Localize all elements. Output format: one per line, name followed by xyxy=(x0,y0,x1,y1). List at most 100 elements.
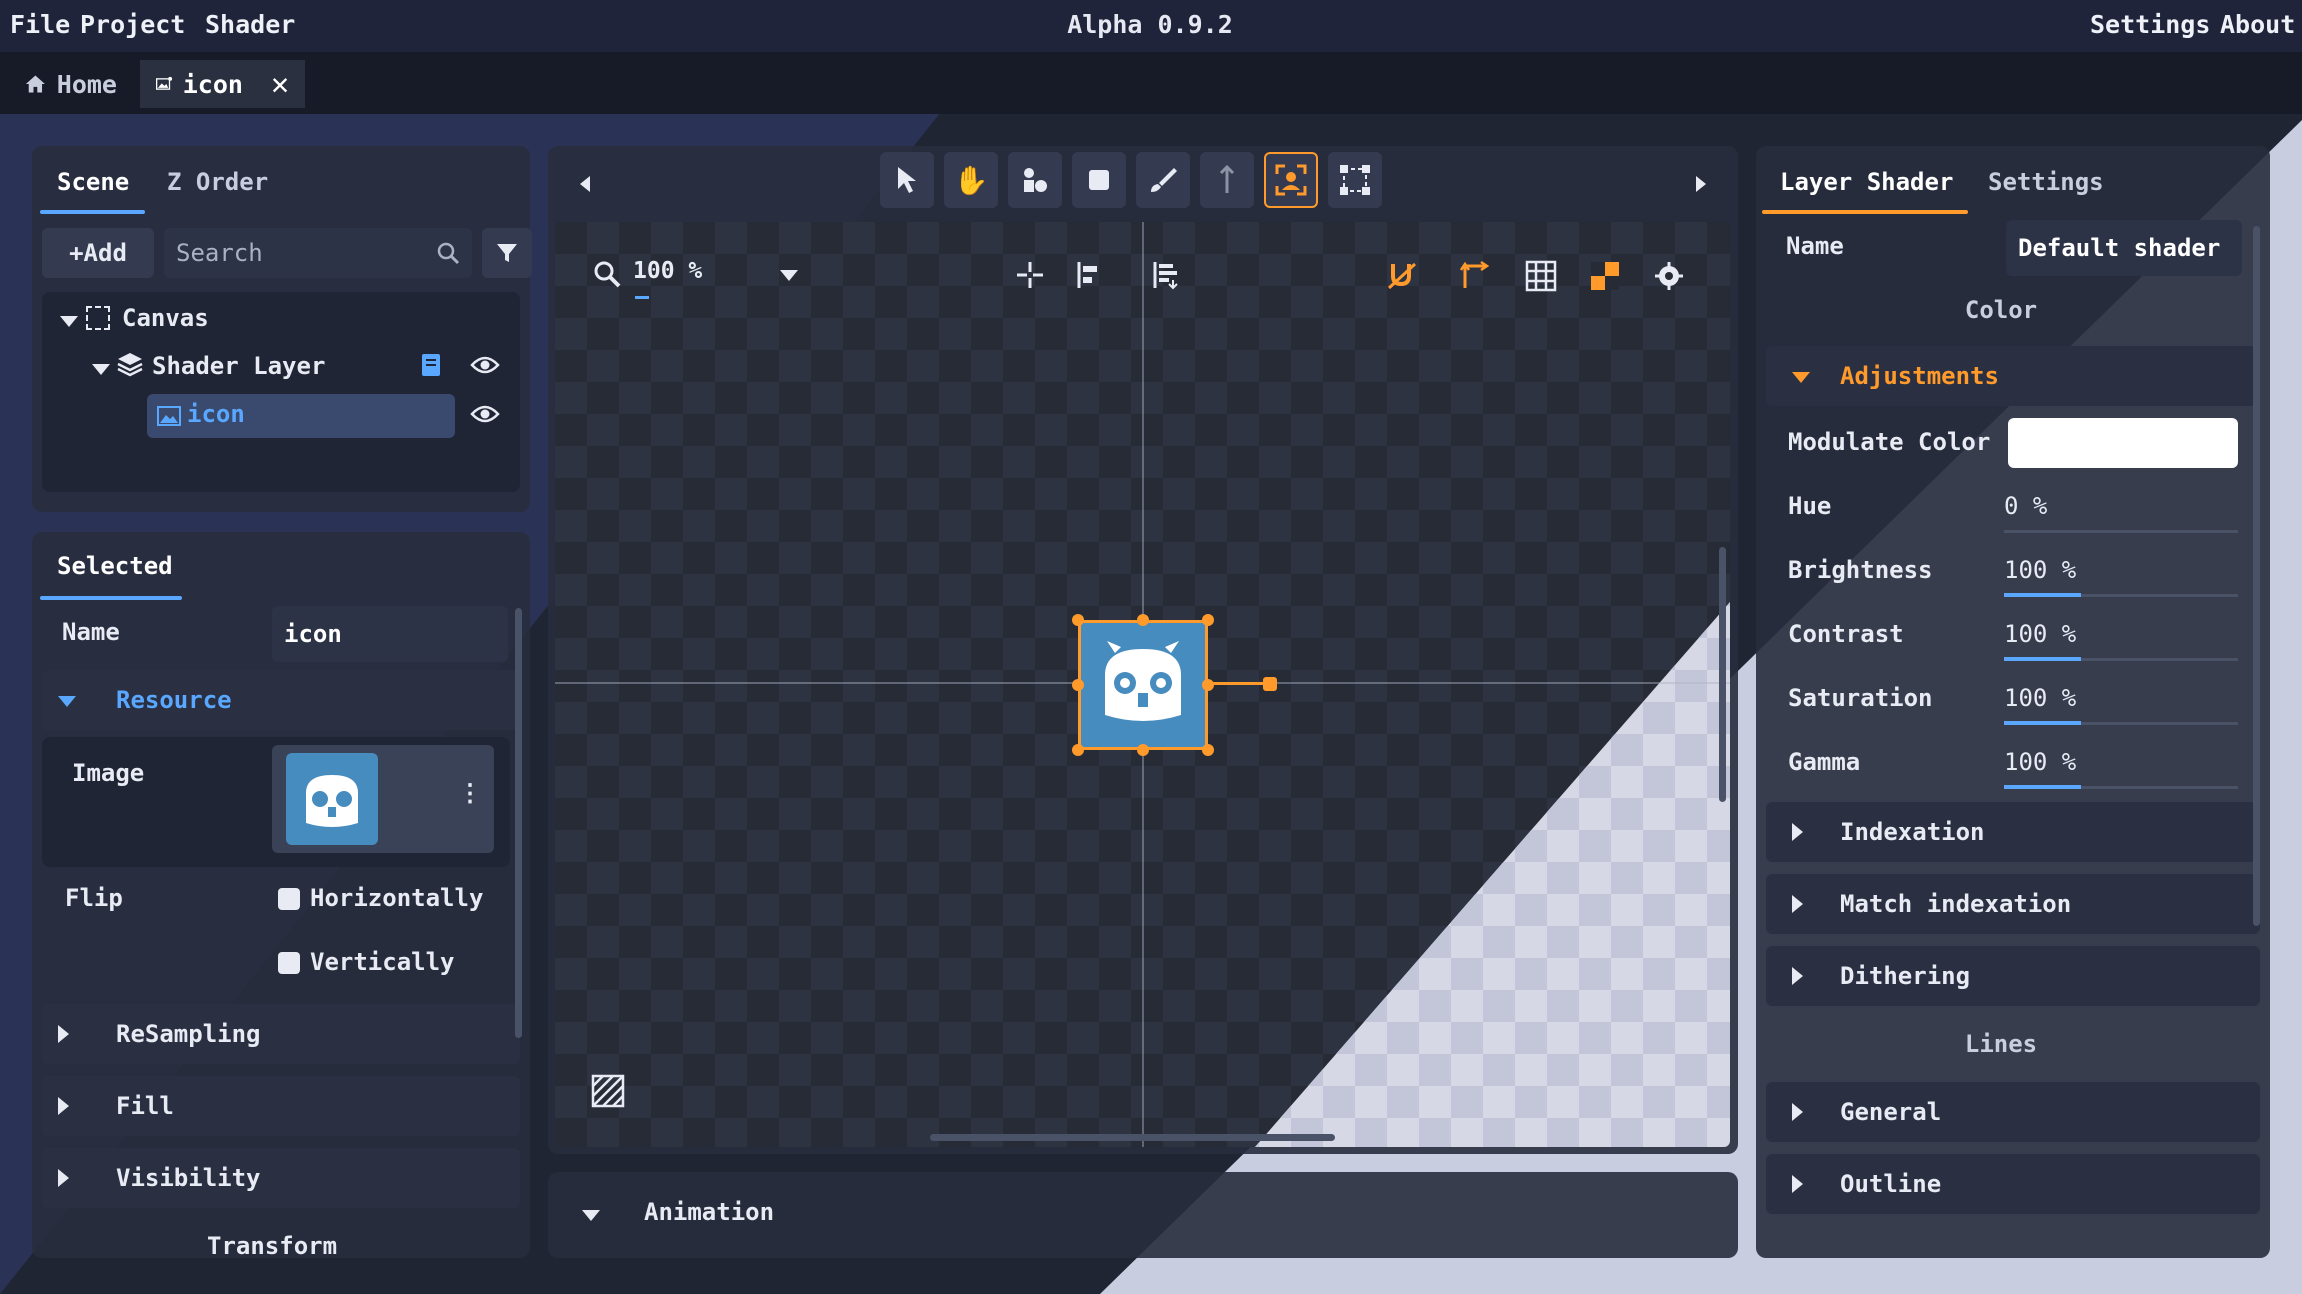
hatch-icon[interactable] xyxy=(591,1074,625,1108)
eye-icon[interactable] xyxy=(470,354,500,376)
saturation-value[interactable]: 100 % xyxy=(2004,684,2076,712)
selected-icon-sprite[interactable] xyxy=(1078,620,1208,750)
hue-slider[interactable] xyxy=(2004,530,2238,533)
menu-about[interactable]: About xyxy=(2220,10,2295,39)
vertical-scrollbar[interactable] xyxy=(1719,547,1726,802)
tab-home[interactable]: Home xyxy=(8,60,133,108)
selected-title: Selected xyxy=(57,552,173,580)
tab-icon[interactable]: icon ✕ xyxy=(140,60,305,108)
dithering-label: Dithering xyxy=(1840,962,1971,990)
close-icon[interactable]: ✕ xyxy=(271,67,289,102)
grid-icon[interactable] xyxy=(1525,260,1557,292)
visibility-section[interactable]: Visibility xyxy=(42,1148,520,1208)
resource-section[interactable]: Resource xyxy=(42,670,520,730)
horizontally-checkbox[interactable] xyxy=(278,888,300,910)
shader-name-input[interactable]: Default shader xyxy=(2006,220,2242,276)
name-input[interactable]: icon xyxy=(272,606,508,662)
tab-z-order[interactable]: Z Order xyxy=(167,168,268,196)
snap-icon[interactable] xyxy=(1387,260,1419,292)
menu-shader[interactable]: Shader xyxy=(205,10,295,39)
tree-shader-layer[interactable]: Shader Layer xyxy=(152,352,325,380)
vertically-checkbox[interactable] xyxy=(278,952,300,974)
toolbar-right-arrow-icon[interactable] xyxy=(1696,176,1706,192)
hand-tool-icon[interactable]: ✋ xyxy=(944,152,998,208)
match-indexation-section[interactable]: Match indexation xyxy=(1766,874,2260,934)
contrast-slider-fill xyxy=(2004,657,2081,661)
outline-expand-icon xyxy=(1792,1175,1803,1193)
pick-tool-icon[interactable] xyxy=(1008,152,1062,208)
pin-tool-icon[interactable] xyxy=(1200,152,1254,208)
resize-handle-tl[interactable] xyxy=(1072,614,1084,626)
menu-project[interactable]: Project xyxy=(80,10,185,39)
resource-label: Resource xyxy=(116,686,232,714)
brightness-value[interactable]: 100 % xyxy=(2004,556,2076,584)
center-icon[interactable] xyxy=(1015,260,1045,290)
right-scrollbar[interactable] xyxy=(2253,226,2260,926)
ruler-icon[interactable] xyxy=(1459,260,1491,292)
resize-handle-tr[interactable] xyxy=(1202,614,1214,626)
onion-skin-icon[interactable] xyxy=(1653,260,1685,292)
tree-icon-row[interactable]: icon xyxy=(147,394,455,438)
align-left-icon[interactable] xyxy=(1075,260,1105,290)
rotation-handle[interactable] xyxy=(1263,677,1277,691)
tab-settings[interactable]: Settings xyxy=(1988,168,2104,196)
resampling-label: ReSampling xyxy=(116,1020,261,1048)
selected-scrollbar[interactable] xyxy=(515,608,522,1038)
search-icon xyxy=(437,242,460,265)
distribute-icon[interactable] xyxy=(1151,260,1181,290)
resize-handle-l[interactable] xyxy=(1072,679,1084,691)
tab-layer-shader[interactable]: Layer Shader xyxy=(1780,168,1953,196)
focus-tool-icon[interactable] xyxy=(1264,152,1318,208)
transform-label[interactable]: Transform xyxy=(207,1232,337,1258)
resize-handle-br[interactable] xyxy=(1202,744,1214,756)
godot-logo-thumbnail xyxy=(286,753,378,845)
tab-scene[interactable]: Scene xyxy=(57,168,129,196)
outline-section[interactable]: Outline xyxy=(1766,1154,2260,1214)
menu-file[interactable]: File xyxy=(10,10,70,39)
filter-button[interactable] xyxy=(482,228,532,278)
saturation-slider-fill xyxy=(2004,721,2081,725)
tree-canvas[interactable]: Canvas xyxy=(122,304,209,332)
menu-settings[interactable]: Settings xyxy=(2090,10,2210,39)
select-tool-icon[interactable] xyxy=(880,152,934,208)
canvas-expand-icon[interactable] xyxy=(60,316,78,327)
shader-file-icon[interactable] xyxy=(420,352,442,378)
zoom-level[interactable]: 100 % xyxy=(633,258,702,284)
match-indexation-label: Match indexation xyxy=(1840,890,2072,918)
contrast-label: Contrast xyxy=(1788,620,1904,648)
fill-section[interactable]: Fill xyxy=(42,1076,520,1136)
adjustments-label: Adjustments xyxy=(1840,362,1999,390)
indexation-section[interactable]: Indexation xyxy=(1766,802,2260,862)
adjustments-section[interactable]: Adjustments xyxy=(1766,346,2260,406)
shader-layer-expand-icon[interactable] xyxy=(92,364,110,375)
modulate-color-swatch[interactable] xyxy=(2008,418,2238,468)
resampling-section[interactable]: ReSampling xyxy=(42,1004,520,1064)
resize-handle-b[interactable] xyxy=(1137,744,1149,756)
resize-handle-bl[interactable] xyxy=(1072,744,1084,756)
general-label: General xyxy=(1840,1098,1942,1126)
brush-tool-icon[interactable] xyxy=(1136,152,1190,208)
gamma-label: Gamma xyxy=(1788,748,1861,776)
resize-handle-t[interactable] xyxy=(1137,614,1149,626)
filter-icon xyxy=(497,244,517,262)
hue-value[interactable]: 0 % xyxy=(2004,492,2047,520)
more-options-icon[interactable]: ⋮ xyxy=(458,779,482,807)
checker-icon[interactable] xyxy=(1589,260,1621,292)
dithering-section[interactable]: Dithering xyxy=(1766,946,2260,1006)
toolbar-left-arrow-icon[interactable] xyxy=(580,176,590,192)
layer-shader-underline xyxy=(1762,210,1968,214)
contrast-value[interactable]: 100 % xyxy=(2004,620,2076,648)
general-section[interactable]: General xyxy=(1766,1082,2260,1142)
animation-panel[interactable]: Animation xyxy=(548,1172,1738,1258)
rectangle-tool-icon[interactable] xyxy=(1072,152,1126,208)
zoom-dropdown-icon[interactable] xyxy=(780,270,798,281)
gamma-value[interactable]: 100 % xyxy=(2004,748,2076,776)
eye-icon[interactable] xyxy=(470,403,500,425)
resize-handle-r[interactable] xyxy=(1202,679,1214,691)
image-picker[interactable]: ⋮ xyxy=(272,745,494,853)
horizontal-scrollbar[interactable] xyxy=(930,1134,1335,1141)
scene-search-input[interactable]: Search xyxy=(164,228,472,278)
canvas-viewport[interactable]: 100 % xyxy=(555,222,1730,1147)
add-button[interactable]: +Add xyxy=(42,228,154,278)
transform-tool-icon[interactable] xyxy=(1328,152,1382,208)
